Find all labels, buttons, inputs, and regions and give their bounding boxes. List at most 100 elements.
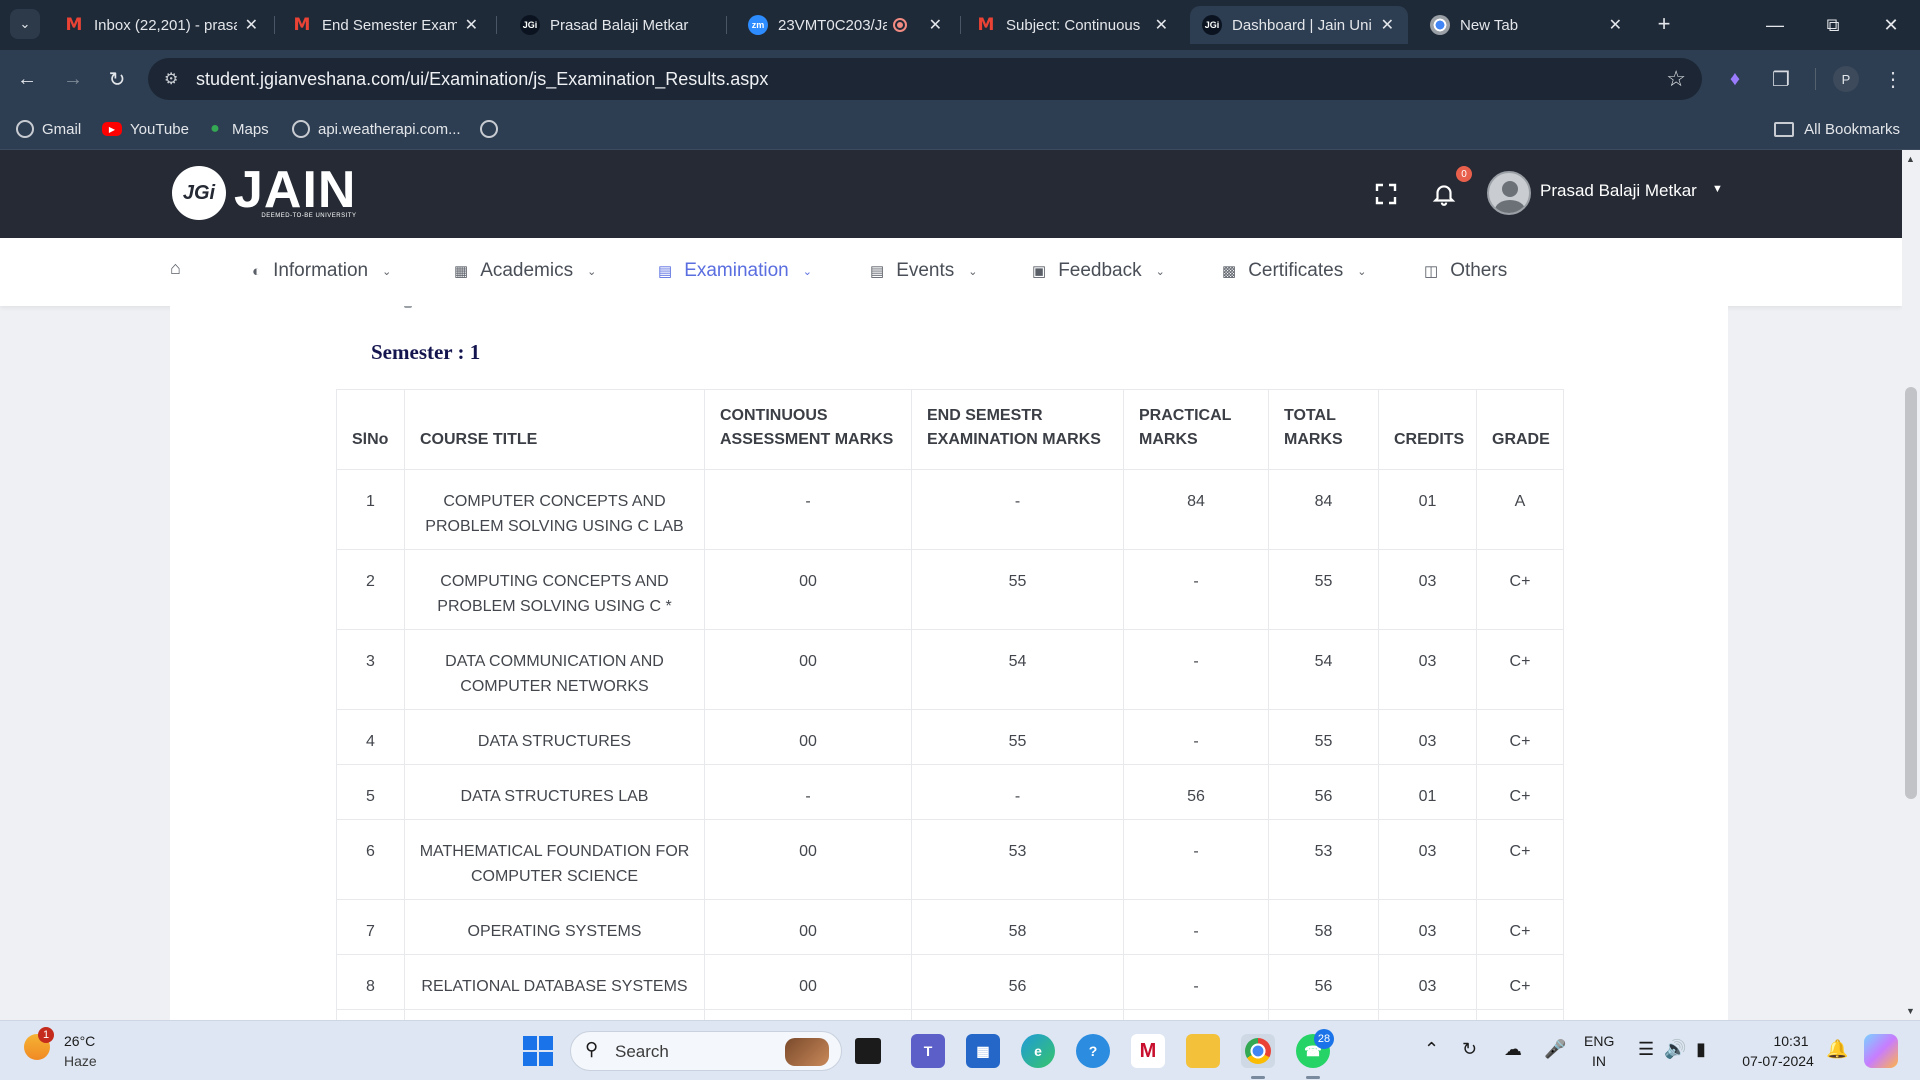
bookmark-globe[interactable] xyxy=(480,116,506,142)
chrome-icon[interactable] xyxy=(1241,1034,1275,1068)
sync-icon[interactable]: ↻ xyxy=(1462,1039,1477,1060)
scrollbar-thumb[interactable] xyxy=(1905,387,1917,799)
clock-date[interactable]: 07-07-2024 xyxy=(1736,1053,1820,1069)
teams-icon[interactable]: T xyxy=(911,1034,945,1068)
tab-end-semester[interactable]: M End Semester Examin ✕ xyxy=(280,6,492,44)
region-indicator[interactable]: IN xyxy=(1592,1053,1606,1069)
help-icon[interactable]: ? xyxy=(1076,1034,1110,1068)
tab-new-tab[interactable]: New Tab ✕ xyxy=(1418,6,1636,44)
home-icon[interactable]: ⌂ xyxy=(170,258,181,279)
tab-inbox[interactable]: M Inbox (22,201) - prasad ✕ xyxy=(52,6,272,44)
minimize-button[interactable]: — xyxy=(1746,0,1804,50)
nav-certificates[interactable]: ▩ Certificates ⌄ xyxy=(1222,260,1366,282)
cell-course-title: RELATIONAL DATABASE SYSTEMS xyxy=(404,954,705,1010)
nav-feedback[interactable]: ▣ Feedback ⌄ xyxy=(1032,260,1165,282)
notification-bell-icon[interactable] xyxy=(1428,178,1460,210)
copilot-icon[interactable] xyxy=(1864,1034,1898,1068)
cell-continuous-assessment: 00 xyxy=(704,954,912,1010)
chevron-down-icon: ⌄ xyxy=(587,265,597,278)
cell-practical: - xyxy=(1123,709,1269,765)
nav-label: Events xyxy=(896,260,955,281)
nav-academics[interactable]: ▦ Academics ⌄ xyxy=(454,260,596,282)
table-row: 3 DATA COMMUNICATION AND COMPUTER NETWOR… xyxy=(336,629,1564,710)
profile-avatar[interactable]: P xyxy=(1833,66,1859,92)
scroll-up-arrow[interactable]: ▲ xyxy=(1906,154,1915,164)
new-tab-button[interactable]: + xyxy=(1650,10,1678,38)
cell-end-semester: 54 xyxy=(911,629,1124,710)
file-explorer-icon[interactable] xyxy=(1186,1034,1220,1068)
nav-events[interactable]: ▤ Events ⌄ xyxy=(870,260,978,282)
browser-tab-strip: ⌄ M Inbox (22,201) - prasad ✕ M End Seme… xyxy=(0,0,1920,50)
fullscreen-icon[interactable] xyxy=(1370,178,1402,210)
gmail-icon: M xyxy=(293,15,311,35)
battery-icon[interactable]: ▮ xyxy=(1696,1039,1706,1060)
nav-label: Information xyxy=(273,260,369,281)
volume-icon[interactable]: 🔊 xyxy=(1664,1039,1686,1060)
task-view-icon[interactable] xyxy=(855,1038,881,1064)
edge-icon[interactable]: e xyxy=(1021,1034,1055,1068)
others-icon: ◫ xyxy=(1424,263,1439,280)
tab-profile[interactable]: JGi Prasad Balaji Metkar xyxy=(508,6,720,44)
microsoft-store-icon[interactable]: ▦ xyxy=(966,1034,1000,1068)
chevron-down-icon[interactable]: ▼ xyxy=(1712,183,1723,195)
tab-dashboard[interactable]: JGi Dashboard | Jain Uni ✕ xyxy=(1190,6,1408,44)
cell-course-title: DATA STRUCTURES xyxy=(404,709,705,765)
restore-button[interactable]: ⧉ xyxy=(1804,0,1862,50)
browser-menu-icon[interactable]: ⋮ xyxy=(1878,64,1908,94)
cell-credits: 03 xyxy=(1378,709,1477,765)
nav-information[interactable]: ◐ Information ⌄ xyxy=(252,260,391,282)
grid-icon: ▦ xyxy=(454,263,469,280)
onedrive-icon[interactable]: ☁ xyxy=(1504,1039,1522,1060)
close-tab-icon[interactable]: ✕ xyxy=(1381,15,1394,35)
user-name[interactable]: Prasad Balaji Metkar xyxy=(1540,181,1697,201)
taskbar-search-input[interactable]: ⚲ Search xyxy=(570,1031,842,1071)
extension-flame-icon[interactable]: ♦ xyxy=(1720,64,1750,94)
bookmark-weatherapi[interactable]: api.weatherapi.com... xyxy=(292,116,461,142)
cell-practical: 84 xyxy=(1123,469,1269,550)
nav-others[interactable]: ◫ Others xyxy=(1424,260,1507,282)
notification-count-badge: 0 xyxy=(1456,166,1472,182)
extensions-icon[interactable]: ❐ xyxy=(1766,64,1796,94)
tab-search-button[interactable]: ⌄ xyxy=(10,9,40,39)
chevron-up-icon[interactable]: ⌃ xyxy=(1424,1039,1439,1060)
weather-condition[interactable]: Haze xyxy=(64,1053,97,1069)
cell-total: 84 xyxy=(1268,469,1379,550)
tab-zoom-class[interactable]: zm 23VMT0C203/Jav ✕ xyxy=(736,6,956,44)
notification-icon[interactable]: 🔔 xyxy=(1826,1039,1848,1060)
language-indicator[interactable]: ENG xyxy=(1584,1033,1614,1049)
all-bookmarks-button[interactable]: All Bookmarks xyxy=(1774,116,1900,142)
column-header-practical: PRACTICAL MARKS xyxy=(1123,389,1269,470)
close-window-button[interactable]: ✕ xyxy=(1862,0,1920,50)
close-tab-icon[interactable]: ✕ xyxy=(929,15,942,35)
scroll-down-arrow[interactable]: ▼ xyxy=(1906,1006,1915,1016)
wifi-icon[interactable]: ☰ xyxy=(1638,1039,1654,1060)
mcafee-icon[interactable]: M xyxy=(1131,1034,1165,1068)
avatar[interactable] xyxy=(1487,171,1531,215)
main-navigation: ◐ Information ⌄ ▦ Academics ⌄ ▤ Examinat… xyxy=(0,238,1902,306)
forward-button[interactable]: → xyxy=(56,62,90,96)
weather-temperature[interactable]: 26°C xyxy=(64,1033,95,1049)
close-tab-icon[interactable]: ✕ xyxy=(1155,15,1168,35)
logo-subtext: DEEMED-TO-BE UNIVERSITY xyxy=(261,212,357,219)
nav-examination[interactable]: ▤ Examination ⌄ xyxy=(658,260,812,282)
windows-start-icon[interactable] xyxy=(521,1034,555,1068)
site-info-icon[interactable]: ⚙ xyxy=(164,69,178,89)
cell-continuous-assessment: - xyxy=(704,764,912,820)
reload-button[interactable]: ↻ xyxy=(100,62,134,96)
bookmark-maps[interactable]: ● Maps xyxy=(206,116,269,142)
nav-label: Others xyxy=(1450,260,1508,281)
page-scrollbar[interactable]: ▲ ▼ xyxy=(1902,150,1920,1020)
tab-subject-continuous[interactable]: M Subject: Continuous ✕ xyxy=(964,6,1182,44)
close-tab-icon[interactable]: ✕ xyxy=(1609,15,1622,35)
close-tab-icon[interactable]: ✕ xyxy=(465,15,478,35)
jain-logo[interactable]: JGi JAIN DEEMED-TO-BE UNIVERSITY xyxy=(172,164,357,220)
back-button[interactable]: ← xyxy=(10,62,44,96)
address-bar[interactable]: ⚙ student.jgianveshana.com/ui/Examinatio… xyxy=(148,58,1702,100)
close-tab-icon[interactable]: ✕ xyxy=(245,15,258,35)
bookmark-youtube[interactable]: ▶ YouTube xyxy=(102,116,189,142)
bookmark-gmail[interactable]: Gmail xyxy=(16,116,81,142)
microphone-icon[interactable]: 🎤 xyxy=(1544,1039,1566,1060)
url-text[interactable]: student.jgianveshana.com/ui/Examination/… xyxy=(196,69,768,90)
clock-time[interactable]: 10:31 xyxy=(1764,1033,1818,1049)
bookmark-star-icon[interactable]: ☆ xyxy=(1666,66,1686,92)
